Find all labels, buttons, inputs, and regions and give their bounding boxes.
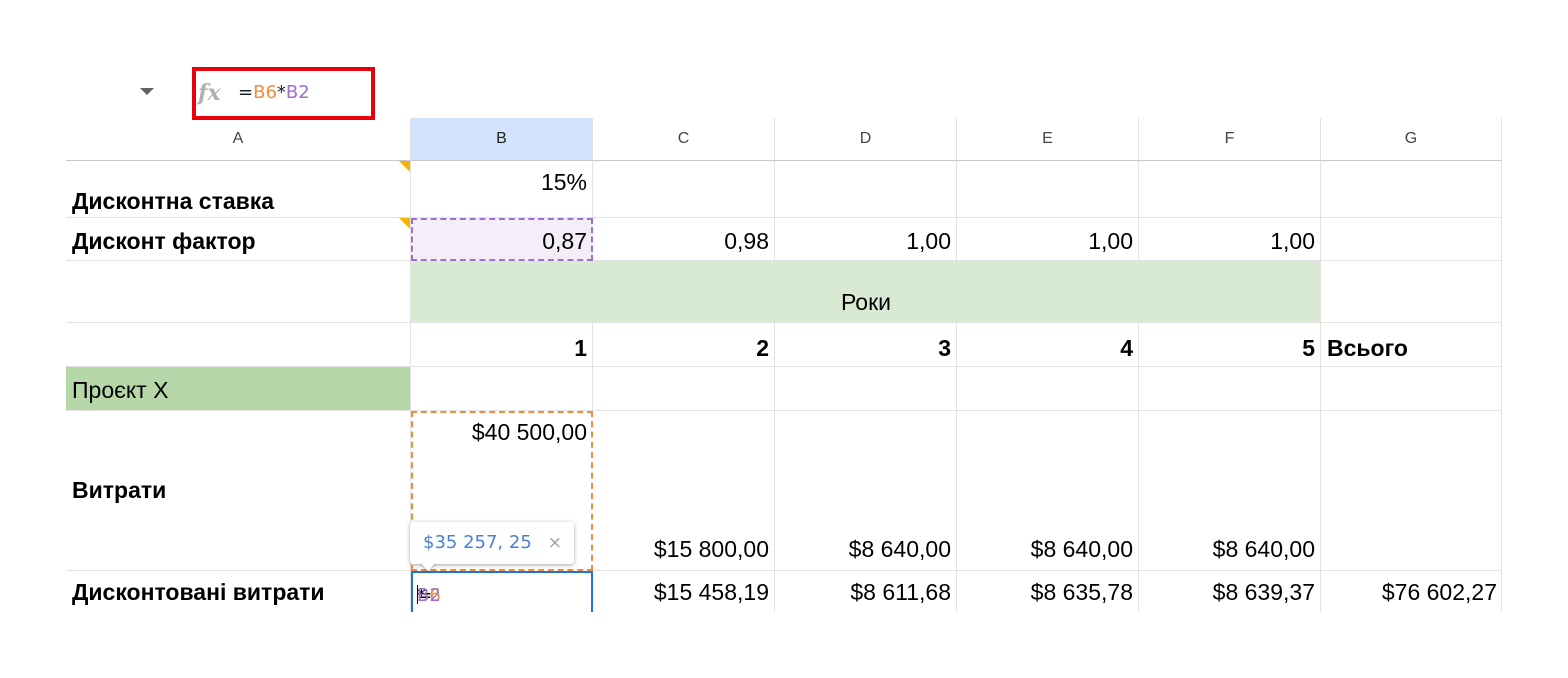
cell-e-disc-costs[interactable]: $8 635,78	[957, 571, 1139, 612]
cell-c-project[interactable]	[593, 367, 775, 411]
active-cell-b7-editor[interactable]: = B6 * B2	[411, 571, 593, 612]
cell-d-factor[interactable]: 1,00	[775, 218, 957, 261]
cell-b-factor-referenced[interactable]: 0,87	[411, 218, 593, 261]
costs-label: Витрати	[72, 477, 167, 503]
costs-c: $15 800,00	[653, 536, 769, 562]
cell-c-disc-costs[interactable]: $15 458,19	[593, 571, 775, 612]
cell-g-total-header[interactable]: Всього	[1321, 323, 1502, 367]
cell-f-rate[interactable]	[1139, 161, 1321, 218]
factor-b: 0,87	[542, 228, 587, 254]
cell-e-yearnums[interactable]: 4	[957, 323, 1139, 367]
costs-f: $8 640,00	[1212, 536, 1315, 562]
cell-c-rate[interactable]	[593, 161, 775, 218]
total-header: Всього	[1327, 335, 1408, 361]
disc-costs-c: $15 458,19	[653, 579, 769, 605]
factor-c: 0,98	[724, 228, 769, 254]
factor-label: Дисконт фактор	[72, 228, 256, 254]
year-2: 2	[756, 335, 769, 361]
cell-d-disc-costs[interactable]: $8 611,68	[775, 571, 957, 612]
costs-d: $8 640,00	[848, 536, 951, 562]
cell-d-rate[interactable]	[775, 161, 957, 218]
disc-costs-e: $8 635,78	[1030, 579, 1133, 605]
cell-a-yearnums[interactable]	[66, 323, 411, 367]
name-box-dropdown-icon[interactable]	[140, 88, 154, 95]
cell-a-factor[interactable]: Дисконт фактор	[66, 218, 411, 261]
column-header-d[interactable]: D	[775, 118, 957, 161]
cell-g-disc-costs[interactable]: $76 602,27	[1321, 571, 1502, 612]
disc-costs-d: $8 611,68	[850, 579, 951, 605]
cell-b-yearnums[interactable]: 1	[411, 323, 593, 367]
column-header-f[interactable]: F	[1139, 118, 1321, 161]
column-header-b[interactable]: B	[411, 118, 593, 161]
cell-a-rate[interactable]: Дисконтна ставка	[66, 161, 411, 218]
cell-d-yearnums[interactable]: 3	[775, 323, 957, 367]
cell-a-years[interactable]	[66, 261, 411, 323]
cell-e-factor[interactable]: 1,00	[957, 218, 1139, 261]
note-indicator-icon[interactable]	[399, 161, 410, 172]
column-header-g[interactable]: G	[1321, 118, 1502, 161]
cell-f-yearnums[interactable]: 5	[1139, 323, 1321, 367]
cell-a-disc-costs[interactable]: Дисконтовані витрати	[66, 571, 411, 612]
cell-f-project[interactable]	[1139, 367, 1321, 411]
rate-label: Дисконтна ставка	[72, 188, 275, 214]
cell-e-rate[interactable]	[957, 161, 1139, 218]
cell-d-costs[interactable]: $8 640,00	[775, 411, 957, 571]
formula-highlight-box	[192, 67, 375, 120]
disc-costs-total: $76 602,27	[1381, 579, 1497, 605]
year-1: 1	[574, 335, 587, 361]
tooltip-pointer	[420, 562, 436, 571]
cell-a-costs[interactable]: Витрати	[66, 411, 411, 571]
disc-costs-label: Дисконтовані витрати	[72, 579, 325, 605]
factor-d: 1,00	[906, 228, 951, 254]
cell-f-disc-costs[interactable]: $8 639,37	[1139, 571, 1321, 612]
cell-g-rate[interactable]	[1321, 161, 1502, 218]
column-header-c[interactable]: C	[593, 118, 775, 161]
text-cursor	[417, 585, 418, 604]
cell-f-costs[interactable]: $8 640,00	[1139, 411, 1321, 571]
year-4: 4	[1120, 335, 1133, 361]
cell-b-project[interactable]	[411, 367, 593, 411]
factor-e: 1,00	[1088, 228, 1133, 254]
year-5: 5	[1302, 335, 1315, 361]
year-3: 3	[938, 335, 951, 361]
cell-e-project[interactable]	[957, 367, 1139, 411]
cell-c-factor[interactable]: 0,98	[593, 218, 775, 261]
cell-formula-ref-b2: B2	[417, 585, 441, 606]
disc-costs-f: $8 639,37	[1212, 579, 1315, 605]
close-icon[interactable]: ×	[548, 533, 562, 553]
spreadsheet-frame: fx =B6*B2 A B C D E F G Дисконтна ставка…	[66, 66, 1502, 612]
cell-a-project[interactable]: Проєкт X	[66, 367, 411, 411]
cell-f-factor[interactable]: 1,00	[1139, 218, 1321, 261]
cell-g-years[interactable]	[1321, 261, 1502, 323]
cell-g-factor[interactable]	[1321, 218, 1502, 261]
column-header-e[interactable]: E	[957, 118, 1139, 161]
costs-b: $40 500,00	[471, 419, 587, 445]
cell-e-costs[interactable]: $8 640,00	[957, 411, 1139, 571]
preview-value: $35 257, 25	[423, 532, 532, 553]
formula-result-preview: $35 257, 25 ×	[410, 522, 574, 564]
years-label: Роки	[840, 289, 892, 315]
cell-g-costs[interactable]	[1321, 411, 1502, 571]
note-indicator-icon[interactable]	[399, 218, 410, 229]
column-header-a[interactable]: A	[66, 118, 411, 161]
cell-b-rate[interactable]: 15%	[411, 161, 593, 218]
cell-c-costs[interactable]: $15 800,00	[593, 411, 775, 571]
cell-d-project[interactable]	[775, 367, 957, 411]
cell-c-yearnums[interactable]: 2	[593, 323, 775, 367]
costs-e: $8 640,00	[1030, 536, 1133, 562]
factor-f: 1,00	[1270, 228, 1315, 254]
cell-g-project[interactable]	[1321, 367, 1502, 411]
merged-years-header[interactable]: Роки	[411, 261, 1321, 323]
project-label: Проєкт X	[72, 377, 169, 403]
rate-value: 15%	[540, 169, 587, 195]
